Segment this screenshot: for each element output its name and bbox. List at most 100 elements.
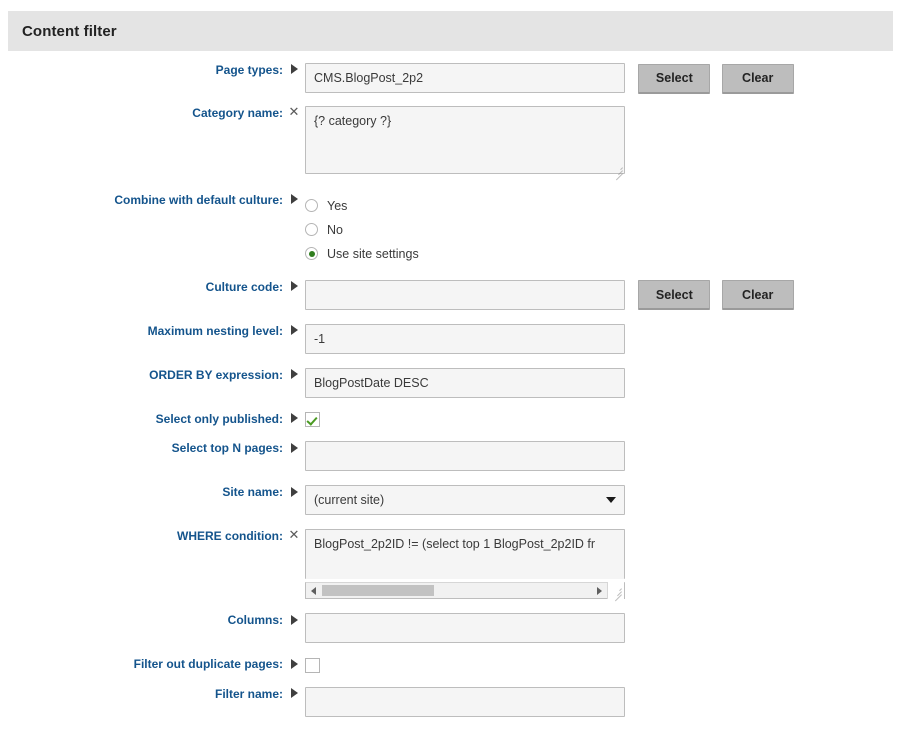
field-site-name: (current site) — [305, 485, 908, 516]
field-row-select-only-published: Select only published: — [0, 412, 908, 428]
field-columns — [305, 613, 908, 644]
radio-label-use-site-settings: Use site settings — [327, 246, 419, 261]
radio-option-use-site-settings[interactable]: Use site settings — [305, 242, 908, 266]
radio-label-no: No — [327, 222, 343, 237]
chevron-down-icon — [606, 497, 616, 504]
label-combine-with-default-culture: Combine with default culture: — [114, 192, 283, 207]
field-row-filter-name: Filter name: — [0, 686, 908, 717]
panel-header: Content filter — [8, 11, 893, 51]
field-select-only-published — [305, 412, 908, 428]
marker-order-by-expression[interactable] — [283, 368, 305, 382]
maximum-nesting-level-input[interactable] — [305, 324, 625, 354]
scroll-left-arrow-icon[interactable] — [306, 583, 321, 598]
triangle-right-icon — [290, 688, 298, 699]
site-name-select-wrap[interactable]: (current site) — [305, 485, 625, 516]
scroll-right-arrow-icon[interactable] — [592, 583, 607, 598]
triangle-right-icon — [290, 442, 298, 453]
marker-select-only-published[interactable] — [283, 412, 305, 426]
triangle-right-icon — [290, 614, 298, 625]
field-order-by-expression — [305, 368, 908, 398]
marker-culture-code[interactable] — [283, 280, 305, 294]
content-filter-form: Page types: Select Clear Category name: … — [0, 51, 908, 717]
label-select-top-n-pages: Select top N pages: — [171, 441, 283, 456]
field-row-select-top-n-pages: Select top N pages: — [0, 441, 908, 472]
triangle-right-icon — [290, 369, 298, 380]
field-row-where-condition: WHERE condition: ✕ BlogPost_2p2ID != (se… — [0, 527, 908, 602]
marker-filter-name[interactable] — [283, 687, 305, 701]
radio-option-no[interactable]: No — [305, 218, 908, 242]
triangle-right-icon — [290, 325, 298, 336]
field-page-types: Select Clear — [305, 63, 908, 94]
radio-label-yes: Yes — [327, 198, 348, 213]
select-top-n-pages-input[interactable] — [305, 441, 625, 472]
where-condition-horizontal-scrollbar[interactable] — [305, 582, 625, 602]
cross-icon: ✕ — [288, 103, 300, 119]
order-by-expression-input[interactable] — [305, 368, 625, 398]
label-page-types: Page types: — [215, 63, 283, 77]
field-where-condition: BlogPost_2p2ID != (select top 1 BlogPost… — [305, 529, 908, 602]
culture-code-input[interactable] — [305, 279, 625, 310]
field-filter-out-duplicate-pages — [305, 657, 908, 673]
culture-code-clear-button[interactable]: Clear — [721, 280, 794, 310]
field-row-order-by-expression: ORDER BY expression: — [0, 368, 908, 398]
field-row-filter-out-duplicate-pages: Filter out duplicate pages: — [0, 657, 908, 673]
marker-select-top-n-pages[interactable] — [283, 441, 305, 455]
field-row-category-name: Category name: ✕ {? category ?} — [0, 103, 908, 180]
field-row-columns: Columns: — [0, 613, 908, 644]
marker-where-condition[interactable]: ✕ — [283, 527, 305, 544]
field-row-maximum-nesting-level: Maximum nesting level: — [0, 324, 908, 354]
field-select-top-n-pages — [305, 441, 908, 472]
site-name-select[interactable]: (current site) — [305, 485, 625, 516]
label-maximum-nesting-level: Maximum nesting level: — [147, 324, 283, 338]
page-types-select-button[interactable]: Select — [638, 63, 711, 94]
label-culture-code: Culture code: — [205, 279, 283, 294]
marker-page-types[interactable] — [283, 63, 305, 77]
cross-icon: ✕ — [288, 527, 300, 543]
label-columns: Columns: — [227, 613, 283, 628]
radio-icon-yes[interactable] — [305, 199, 318, 212]
radio-icon-no[interactable] — [305, 223, 318, 236]
label-category-name: Category name: — [192, 105, 283, 120]
filter-name-input[interactable] — [305, 686, 625, 717]
marker-combine-with-default-culture[interactable] — [283, 193, 305, 207]
field-row-culture-code: Culture code: Select Clear — [0, 279, 908, 310]
marker-category-name[interactable]: ✕ — [283, 103, 305, 121]
marker-maximum-nesting-level[interactable] — [283, 324, 305, 338]
field-culture-code: Select Clear — [305, 279, 908, 310]
label-filter-name: Filter name: — [214, 686, 283, 701]
label-select-only-published: Select only published: — [155, 412, 283, 426]
select-only-published-checkbox[interactable] — [305, 412, 320, 428]
radio-option-yes[interactable]: Yes — [305, 194, 908, 218]
filter-out-duplicate-pages-checkbox[interactable] — [305, 657, 320, 673]
field-combine-with-default-culture: Yes No Use site settings — [305, 193, 908, 266]
radio-icon-use-site-settings[interactable] — [305, 247, 318, 260]
marker-filter-out-duplicate-pages[interactable] — [283, 657, 305, 671]
triangle-right-icon — [290, 486, 298, 497]
triangle-right-icon — [290, 658, 298, 669]
category-name-textarea-wrap: {? category ?} — [305, 105, 625, 180]
field-category-name: {? category ?} — [305, 105, 908, 180]
culture-code-select-button[interactable]: Select — [638, 280, 711, 310]
triangle-right-icon — [290, 193, 298, 204]
page-types-clear-button[interactable]: Clear — [721, 63, 794, 94]
category-name-textarea[interactable]: {? category ?} — [305, 105, 625, 174]
columns-input[interactable] — [305, 613, 625, 644]
label-filter-out-duplicate-pages: Filter out duplicate pages: — [133, 657, 283, 672]
field-row-site-name: Site name: (current site) — [0, 485, 908, 516]
where-condition-textarea-wrap: BlogPost_2p2ID != (select top 1 BlogPost… — [305, 529, 625, 602]
where-condition-resize-corner[interactable] — [607, 582, 624, 602]
triangle-right-icon — [290, 64, 298, 75]
resize-grip-icon — [612, 586, 622, 602]
label-site-name: Site name: — [222, 485, 283, 500]
field-maximum-nesting-level — [305, 324, 908, 354]
label-order-by-expression: ORDER BY expression: — [149, 368, 283, 382]
triangle-right-icon — [290, 413, 298, 424]
page-types-input[interactable] — [305, 63, 625, 93]
marker-site-name[interactable] — [283, 485, 305, 499]
field-filter-name — [305, 686, 908, 717]
scrollbar-thumb[interactable] — [322, 585, 434, 597]
scrollbar-track[interactable] — [321, 583, 592, 598]
where-condition-textarea[interactable]: BlogPost_2p2ID != (select top 1 BlogPost… — [305, 529, 625, 580]
label-where-condition: WHERE condition: — [177, 529, 283, 544]
marker-columns[interactable] — [283, 613, 305, 627]
